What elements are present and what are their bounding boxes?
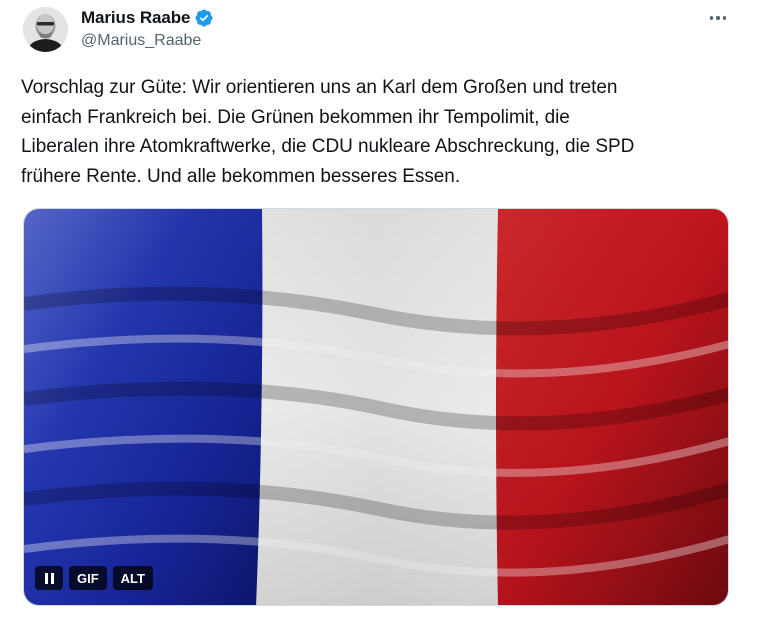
pause-icon bbox=[44, 572, 54, 584]
alt-text-button[interactable]: ALT bbox=[112, 566, 153, 590]
avatar-photo bbox=[23, 7, 68, 52]
media-gif[interactable] bbox=[23, 208, 729, 606]
tweet: Marius Raabe @Marius_Raabe Vorschlag zur… bbox=[0, 0, 758, 625]
author-display-name[interactable]: Marius Raabe bbox=[81, 8, 190, 28]
tweet-text: Vorschlag zur Güte: Wir orientieren uns … bbox=[21, 77, 635, 187]
gif-badge[interactable]: GIF bbox=[69, 566, 107, 590]
avatar[interactable] bbox=[23, 7, 68, 52]
verified-badge-icon bbox=[194, 8, 214, 28]
media-controls: GIF ALT bbox=[35, 566, 153, 590]
waving-french-flag-image bbox=[24, 209, 728, 605]
author-handle[interactable]: @Marius_Raabe bbox=[81, 32, 201, 50]
pause-button[interactable] bbox=[35, 566, 63, 590]
more-options-icon[interactable] bbox=[704, 6, 732, 30]
author-name-row: Marius Raabe bbox=[81, 7, 214, 29]
